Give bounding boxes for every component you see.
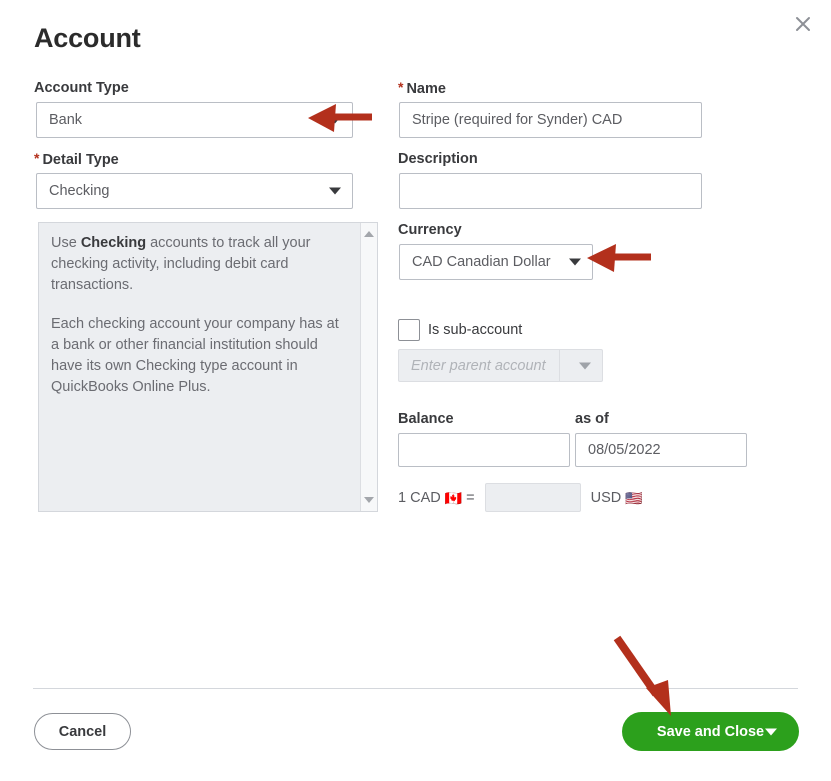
is-sub-account-checkbox[interactable] <box>398 319 420 341</box>
exchange-rate-equals: = <box>466 489 475 506</box>
help-p1-prefix: Use <box>51 235 81 251</box>
required-indicator: * <box>398 79 404 95</box>
description-label-text: Description <box>398 151 478 167</box>
help-paragraph-2: Each checking account your company has a… <box>51 316 339 395</box>
detail-type-label-text: Detail Type <box>42 152 119 168</box>
exchange-rate-row: 1 CAD 🇨🇦 = USD 🇺🇸 <box>398 483 647 512</box>
name-label-text: Name <box>406 81 446 97</box>
currency-label: Currency <box>398 222 462 238</box>
chevron-down-icon <box>329 187 341 195</box>
canada-flag-icon: 🇨🇦 <box>444 489 463 506</box>
help-panel-text: Use Checking accounts to track all your … <box>51 233 347 416</box>
exchange-rate-input[interactable] <box>484 483 581 512</box>
parent-account-placeholder: Enter parent account <box>411 357 546 374</box>
help-panel-scrollbar[interactable] <box>360 223 377 511</box>
chevron-down-icon <box>569 258 581 266</box>
page-title: Account <box>34 23 141 53</box>
name-value: Stripe (required for Synder) CAD <box>412 112 623 128</box>
chevron-down-icon <box>579 362 591 369</box>
description-field[interactable] <box>399 173 702 209</box>
currency-label-text: Currency <box>398 222 462 238</box>
close-icon[interactable] <box>789 10 817 38</box>
detail-type-value: Checking <box>49 183 110 199</box>
usa-flag-icon: 🇺🇸 <box>625 489 643 506</box>
save-and-close-button[interactable]: Save and Close <box>622 712 799 751</box>
required-indicator: * <box>34 150 40 166</box>
parent-account-caret-cell[interactable] <box>559 350 602 381</box>
exchange-rate-suffix: USD <box>590 489 622 506</box>
as-of-label: as of <box>575 411 609 427</box>
balance-label: Balance <box>398 411 454 427</box>
balance-field[interactable] <box>398 433 570 467</box>
chevron-down-icon <box>329 116 341 124</box>
arrow-to-currency <box>587 244 651 272</box>
name-label: * Name <box>398 79 446 97</box>
chevron-down-icon[interactable] <box>765 728 777 735</box>
description-label: Description <box>398 151 478 167</box>
detail-type-help-panel: Use Checking accounts to track all your … <box>38 222 378 512</box>
exchange-rate-prefix: 1 CAD <box>398 489 441 506</box>
as-of-date-field[interactable]: 08/05/2022 <box>575 433 747 467</box>
help-paragraph-1: Use Checking accounts to track all your … <box>51 233 347 296</box>
name-field[interactable]: Stripe (required for Synder) CAD <box>399 102 702 138</box>
save-and-close-label: Save and Close <box>656 723 765 740</box>
detail-type-dropdown[interactable]: Checking <box>36 173 353 209</box>
currency-dropdown[interactable]: CAD Canadian Dollar <box>399 244 593 280</box>
as-of-value: 08/05/2022 <box>588 442 661 458</box>
parent-account-dropdown[interactable]: Enter parent account <box>398 349 603 382</box>
scroll-up-arrow-icon[interactable] <box>364 231 374 237</box>
footer-divider <box>33 688 798 689</box>
account-type-label: Account Type <box>34 80 129 96</box>
account-type-dropdown[interactable]: Bank <box>36 102 353 138</box>
is-sub-account-label: Is sub-account <box>428 322 523 338</box>
scroll-down-arrow-icon[interactable] <box>364 497 374 503</box>
cancel-button[interactable]: Cancel <box>34 713 131 750</box>
help-p1-bold: Checking <box>80 235 147 251</box>
currency-value: CAD Canadian Dollar <box>412 254 551 270</box>
account-dialog: Account Account Type Bank * Detail Type C… <box>0 0 831 781</box>
account-type-value: Bank <box>49 112 83 128</box>
account-type-label-text: Account Type <box>34 80 129 96</box>
detail-type-label: * Detail Type <box>34 150 119 168</box>
arrow-to-save-and-close <box>613 635 671 716</box>
